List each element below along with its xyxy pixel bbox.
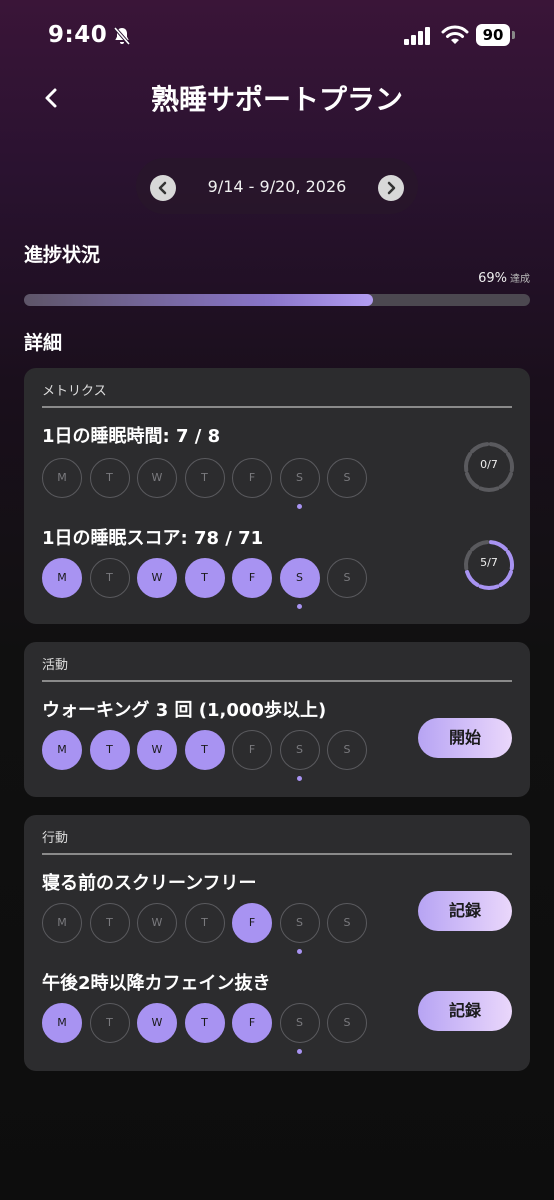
card-label: 行動 xyxy=(42,831,69,846)
progress-suffix: 達成 xyxy=(510,274,530,285)
ring-segment xyxy=(498,471,513,489)
today-indicator xyxy=(296,776,302,781)
activity-title: ウォーキング 3 回 (1,000歩以上) xyxy=(42,700,327,721)
day-circle: T xyxy=(184,458,225,498)
day-circle: T xyxy=(184,730,225,770)
day-circle: W xyxy=(137,1003,177,1043)
ring-segment xyxy=(498,569,513,587)
ring-segment xyxy=(465,471,480,489)
day-tracker: MTWTFSS xyxy=(42,558,372,609)
day-circle: F xyxy=(232,730,272,770)
day-circle: F xyxy=(232,1003,272,1043)
card-label: 活動 xyxy=(42,658,69,673)
bell-muted-icon xyxy=(112,26,132,50)
progress-percent: 69% 達成 xyxy=(478,270,530,286)
card-divider xyxy=(42,853,512,855)
status-bar: 9:40 90 xyxy=(0,0,554,70)
day-circle: T xyxy=(184,1003,225,1043)
day-circle: T xyxy=(89,903,130,943)
card-divider xyxy=(42,680,512,682)
day-tracker: MTWTFSS xyxy=(42,1003,372,1054)
card-label: メトリクス xyxy=(42,384,107,399)
day-circle: W xyxy=(137,458,177,498)
ring-segment xyxy=(470,442,490,454)
day-circle: F xyxy=(232,903,272,943)
behavior-title: 午後2時以降カフェイン抜き xyxy=(42,973,271,994)
day-circle: W xyxy=(137,903,177,943)
start-button[interactable]: 開始 xyxy=(418,718,512,758)
day-circle: S xyxy=(327,730,367,770)
metric-title: 1日の睡眠時間: 7 / 8 xyxy=(42,426,221,447)
day-circle: T xyxy=(89,458,130,498)
day-circle: T xyxy=(184,558,225,598)
day-circle: M xyxy=(42,558,82,598)
day-circle: T xyxy=(184,903,225,943)
progress-percent-value: 69% xyxy=(478,271,507,286)
day-tracker: MTWTFSS xyxy=(42,458,372,509)
day-circle: M xyxy=(42,730,82,770)
day-tracker: MTWTFSS xyxy=(42,730,372,781)
day-circle: T xyxy=(89,1003,130,1043)
activity-card: 活動 ウォーキング 3 回 (1,000歩以上) MTWTFSS 開始 xyxy=(24,642,530,797)
metrics-card: メトリクス 1日の睡眠時間: 7 / 8 MTWTFSS 0/7 1日の睡眠スコ… xyxy=(24,368,530,624)
progress-bar-fill xyxy=(24,294,374,306)
chevron-right-icon xyxy=(387,181,396,195)
record-button[interactable]: 記録 xyxy=(418,891,512,931)
ring-segment xyxy=(478,486,500,492)
ring-segment xyxy=(465,569,480,587)
details-heading: 詳細 xyxy=(24,332,63,354)
ring-segment xyxy=(478,584,500,590)
day-circle: S xyxy=(279,1003,320,1043)
day-circle: S xyxy=(327,1003,367,1043)
today-indicator xyxy=(296,949,302,954)
ring-segment xyxy=(488,442,508,454)
behavior-title: 寝る前のスクリーンフリー xyxy=(42,873,257,894)
day-circle: S xyxy=(327,903,367,943)
day-circle: S xyxy=(279,558,320,598)
cellular-signal-icon xyxy=(404,27,432,49)
week-selector: 9/14 - 9/20, 2026 xyxy=(136,158,418,214)
ring-label: 5/7 xyxy=(480,556,498,569)
day-circle: M xyxy=(42,458,82,498)
ring-segment xyxy=(488,540,508,552)
day-circle: W xyxy=(137,730,177,770)
week-range-label: 9/14 - 9/20, 2026 xyxy=(207,177,347,196)
metric-title: 1日の睡眠スコア: 78 / 71 xyxy=(42,528,264,549)
card-divider xyxy=(42,406,512,408)
day-circle: M xyxy=(42,903,82,943)
behavior-card: 行動 寝る前のスクリーンフリー MTWTFSS 記録 午後2時以降カフェイン抜き… xyxy=(24,815,530,1071)
today-indicator xyxy=(296,604,302,609)
progress-heading: 進捗状況 xyxy=(24,244,101,266)
today-indicator xyxy=(296,1049,302,1054)
page-title: 熟睡サポートプラン xyxy=(150,83,403,116)
day-circle: S xyxy=(327,458,367,498)
day-circle: T xyxy=(89,730,130,770)
today-indicator xyxy=(296,504,302,509)
battery-icon: 90 xyxy=(476,24,510,46)
day-circle: T xyxy=(89,558,130,598)
day-circle: S xyxy=(279,730,320,770)
day-circle: F xyxy=(232,558,272,598)
day-circle: S xyxy=(279,903,320,943)
progress-ring: 0/7 xyxy=(462,440,516,494)
day-circle: M xyxy=(42,1003,82,1043)
ring-label: 0/7 xyxy=(480,458,498,471)
wifi-icon xyxy=(441,25,469,49)
day-circle: W xyxy=(137,558,177,598)
next-week-button[interactable] xyxy=(378,175,404,201)
progress-bar xyxy=(24,294,530,306)
day-circle: S xyxy=(327,558,367,598)
day-tracker: MTWTFSS xyxy=(42,903,372,954)
ring-segment xyxy=(470,540,490,552)
day-circle: S xyxy=(279,458,320,498)
record-button[interactable]: 記録 xyxy=(418,991,512,1031)
status-time: 9:40 xyxy=(48,22,108,48)
battery-tip xyxy=(512,31,515,39)
day-circle: F xyxy=(232,458,272,498)
progress-ring: 5/7 xyxy=(462,538,516,592)
